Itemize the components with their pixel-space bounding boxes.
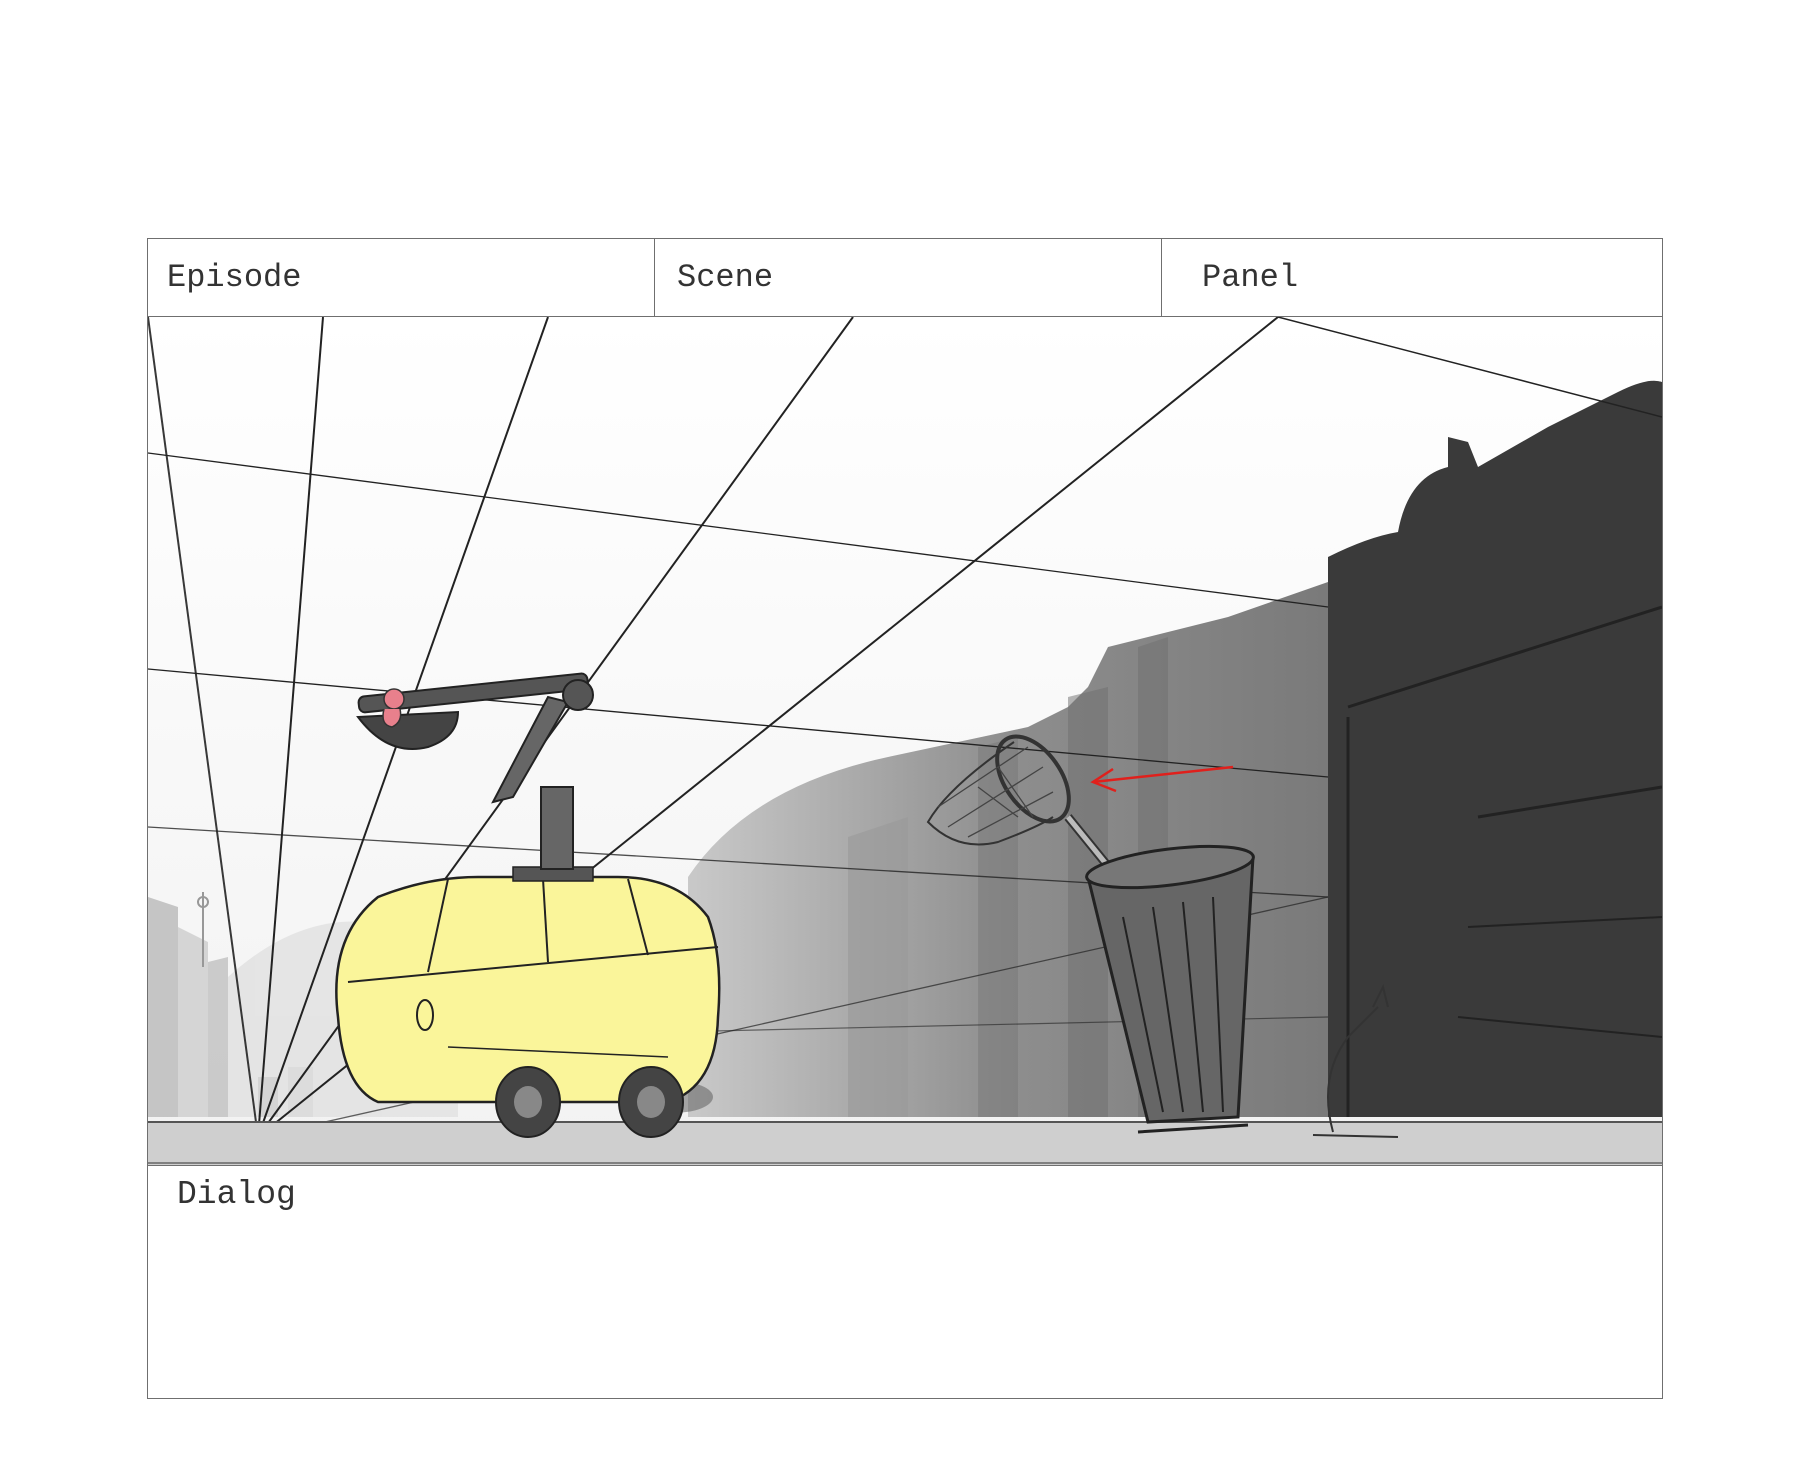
sidewalk	[148, 1122, 1662, 1165]
scene-drawing	[148, 317, 1662, 1165]
dialog-area[interactable]: Dialog	[148, 1165, 1662, 1398]
panel-field[interactable]: Panel	[1162, 239, 1662, 316]
panel-header: Episode Scene Panel	[148, 239, 1662, 317]
storyboard-sheet: Episode Scene Panel Dialog	[147, 238, 1663, 1399]
dialog-label: Dialog	[177, 1176, 296, 1213]
storyboard-frame	[148, 317, 1662, 1165]
episode-field[interactable]: Episode	[148, 239, 655, 316]
scene-label: Scene	[677, 259, 774, 296]
scene-field[interactable]: Scene	[655, 239, 1162, 316]
episode-label: Episode	[167, 259, 302, 296]
panel-label: Panel	[1202, 259, 1299, 296]
